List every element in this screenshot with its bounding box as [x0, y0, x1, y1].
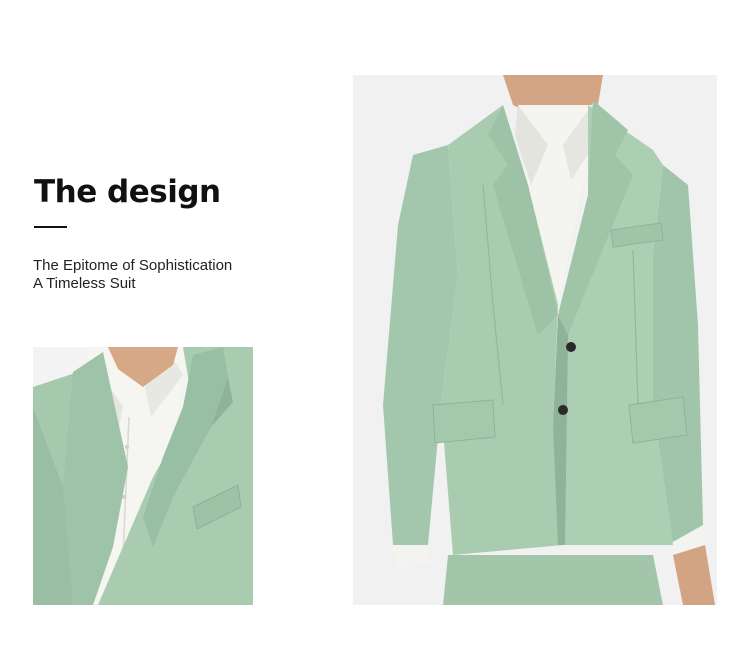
- title-underline: [34, 226, 67, 228]
- tagline-line-2: A Timeless Suit: [33, 275, 136, 292]
- section-title: The design: [34, 174, 221, 210]
- lapel-detail-photo: [33, 347, 253, 605]
- suit-jacket-photo: [353, 75, 717, 605]
- tagline-line-1: The Epitome of Sophistication: [33, 257, 233, 274]
